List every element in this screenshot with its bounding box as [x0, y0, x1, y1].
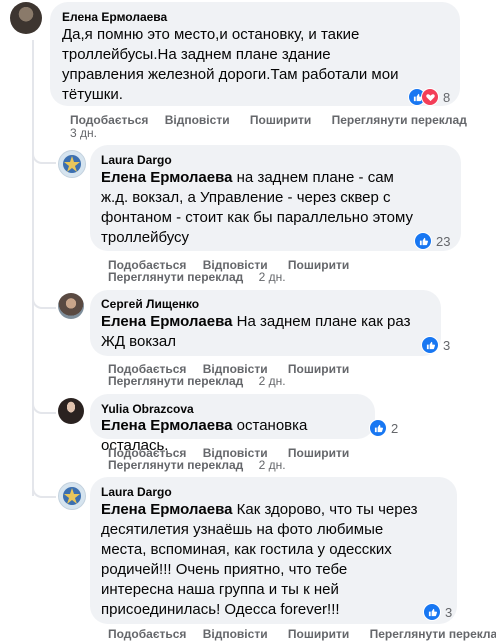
comment-line: На заднем плане как раз: [232, 313, 411, 330]
like-icon: [421, 336, 439, 354]
reaction-count: 23: [436, 233, 451, 249]
comment-text: Елена Ермолаева на заднем плане - сам ж.…: [101, 168, 456, 248]
comment-actions-row2: Переглянути переклад 2 дн.: [108, 374, 286, 388]
avatar[interactable]: [10, 2, 42, 34]
thread-connector: [32, 474, 56, 498]
reply-button[interactable]: Відповісти: [203, 627, 268, 641]
comment-author[interactable]: Laura Dargo: [101, 153, 172, 167]
like-icon: [369, 419, 387, 437]
comment-line: на заднем плане - сам: [232, 169, 394, 186]
comment-line: присоединилась! Одесса forever!!!: [101, 601, 340, 618]
like-icon: [414, 232, 432, 250]
reaction-count: 2: [391, 420, 399, 436]
mention-link[interactable]: Елена Ермолаева: [101, 501, 232, 518]
comment-line: тётушки.: [62, 86, 123, 103]
comment-line: фонтаном - стоит как бы параллельно этом…: [101, 209, 413, 226]
comment-author[interactable]: Laura Dargo: [101, 485, 172, 499]
avatar[interactable]: [58, 150, 86, 178]
reaction-count: 3: [443, 337, 451, 353]
share-button[interactable]: Поширити: [288, 446, 349, 460]
share-button[interactable]: Поширити: [288, 258, 349, 272]
translate-link[interactable]: Переглянути переклад: [108, 458, 243, 472]
comment-text: Да,я помню это место,и остановку, и таки…: [62, 25, 452, 105]
comment-line: управления железной дороги.Там работали …: [62, 66, 399, 83]
reaction-count: 3: [445, 604, 453, 620]
reaction-summary[interactable]: 23: [414, 231, 450, 251]
comment-actions: Подобається Відповісти Поширити Переглян…: [70, 113, 467, 127]
comment-line: места, вспоминая, как гостила у одесских: [101, 541, 392, 558]
avatar-emblem-icon: [63, 155, 81, 173]
comment-line: троллейбусы.На заднем плане здание: [62, 46, 331, 63]
mention-link[interactable]: Елена Ермолаева: [101, 417, 232, 434]
thread-connector: [32, 390, 56, 414]
thread-connector: [32, 140, 56, 164]
avatar[interactable]: [58, 482, 86, 510]
reaction-count: 8: [443, 89, 451, 105]
translate-link[interactable]: Переглянути переклад: [108, 374, 243, 388]
like-icon: [423, 603, 441, 621]
comment-timestamp[interactable]: 2 дн.: [259, 458, 286, 472]
reaction-summary[interactable]: 3: [423, 602, 452, 622]
comment-line: ж.д. вокзал, а Управление - через сквер …: [101, 189, 391, 206]
comment-line: Да,я помню это место,и остановку, и таки…: [62, 26, 360, 43]
comment-line: интересна наша группа и ты к ней: [101, 581, 339, 598]
mention-link[interactable]: Елена Ермолаева: [101, 313, 232, 330]
translate-link[interactable]: Переглянути переклад: [332, 113, 467, 127]
comment-actions-row2: Переглянути переклад 2 дн.: [108, 458, 286, 472]
comment-timestamp[interactable]: 2 дн.: [259, 374, 286, 388]
thread-line: [32, 40, 34, 496]
comment-line: родичей!!! Очень приятно, что тебе: [101, 561, 348, 578]
comment-text: Елена Ермолаева На заднем плане как раз …: [101, 312, 436, 352]
reaction-summary[interactable]: 3: [421, 335, 450, 355]
comment-actions: Подобається Відповісти Поширити Переглян…: [108, 627, 496, 641]
heart-icon: [421, 88, 439, 106]
like-button[interactable]: Подобається: [108, 627, 186, 641]
reaction-summary[interactable]: 2: [369, 418, 398, 438]
avatar[interactable]: [58, 293, 84, 319]
translate-link[interactable]: Переглянути переклад: [108, 270, 243, 284]
comment-actions-row2: Переглянути переклад 2 дн.: [108, 270, 286, 284]
avatar-emblem-icon: [63, 487, 81, 505]
share-button[interactable]: Поширити: [250, 113, 311, 127]
comment-text: Елена Ермолаева Как здорово, что ты чере…: [101, 500, 453, 620]
share-button[interactable]: Поширити: [288, 362, 349, 376]
like-button[interactable]: Подобається: [70, 113, 148, 127]
comment-author[interactable]: Сергей Лищенко: [101, 297, 199, 311]
comment-author[interactable]: Елена Ермолаева: [62, 10, 167, 24]
comment-author[interactable]: Yulia Obrazcova: [101, 402, 194, 416]
comment-line: десятилетия узнаёшь на фото любимые: [101, 521, 384, 538]
translate-link[interactable]: Переглянути переклад: [370, 627, 496, 641]
avatar[interactable]: [58, 398, 84, 424]
comment-line: троллейбусу: [101, 229, 190, 246]
mention-link[interactable]: Елена Ермолаева: [101, 169, 232, 186]
reply-button[interactable]: Відповісти: [165, 113, 230, 127]
comment-timestamp[interactable]: 3 дн.: [70, 126, 97, 140]
comment-line: Как здорово, что ты через: [232, 501, 418, 518]
reaction-summary[interactable]: 8: [408, 87, 450, 107]
comment-timestamp[interactable]: 2 дн.: [259, 270, 286, 284]
share-button[interactable]: Поширити: [288, 627, 349, 641]
comment-line: ЖД вокзал: [101, 333, 177, 350]
thread-connector: [32, 285, 56, 309]
